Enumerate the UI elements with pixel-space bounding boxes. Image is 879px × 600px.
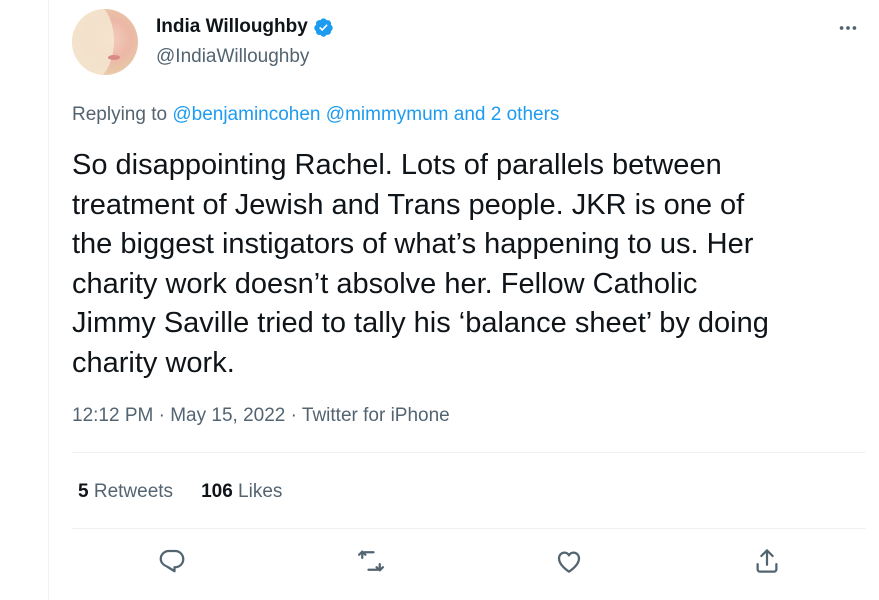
retweets-label: Retweets xyxy=(93,481,174,502)
replying-to-prefix: Replying to xyxy=(72,104,168,125)
retweets-stat[interactable]: 5 Retweets xyxy=(78,481,173,503)
tweet-actions xyxy=(49,546,879,578)
divider xyxy=(72,452,866,453)
divider xyxy=(72,528,866,529)
more-icon[interactable] xyxy=(837,17,859,39)
replying-to: Replying to @benjamincohen @mimmymum and… xyxy=(72,104,559,126)
retweets-count: 5 xyxy=(78,481,89,502)
author-display-name[interactable]: India Willoughby xyxy=(156,16,308,38)
tweet-stats: 5 Retweets 106 Likes xyxy=(78,481,282,503)
tweet: India Willoughby @IndiaWilloughby Replyi… xyxy=(49,0,879,600)
share-icon[interactable] xyxy=(752,546,782,576)
reply-icon[interactable] xyxy=(157,546,187,576)
tweet-timestamp[interactable]: 12:12 PM · May 15, 2022 · Twitter for iP… xyxy=(72,405,450,427)
verified-badge-icon xyxy=(313,17,334,38)
author-handle[interactable]: @IndiaWilloughby xyxy=(156,46,309,68)
retweet-icon[interactable] xyxy=(356,546,386,576)
likes-count: 106 xyxy=(201,481,233,502)
avatar[interactable] xyxy=(72,9,138,75)
tweet-text: So disappointing Rachel. Lots of paralle… xyxy=(72,149,769,379)
author-name-row: India Willoughby xyxy=(156,16,334,38)
reply-mentions-link[interactable]: @benjamincohen @mimmymum and 2 others xyxy=(172,104,559,125)
like-icon[interactable] xyxy=(554,546,584,576)
likes-stat[interactable]: 106 Likes xyxy=(201,481,282,503)
likes-label: Likes xyxy=(238,481,283,502)
